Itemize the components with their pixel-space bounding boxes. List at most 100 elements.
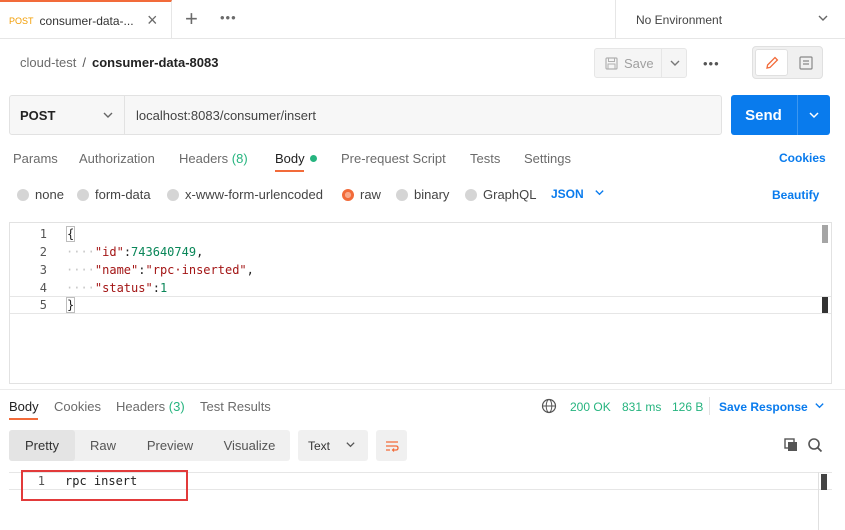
tab-params[interactable]: Params [13, 151, 58, 166]
save-icon [605, 56, 618, 70]
view-preview[interactable]: Preview [131, 430, 209, 461]
editor-scroll-marker [822, 297, 828, 313]
json-colon: : [123, 245, 132, 259]
more-actions-icon[interactable]: ••• [703, 56, 720, 71]
response-time[interactable]: 831 ms [622, 400, 661, 414]
radio-graphql[interactable]: GraphQL [465, 187, 536, 202]
editor-scrollbar[interactable] [822, 225, 828, 243]
wrap-lines-button[interactable] [376, 430, 407, 461]
tab-headers-count: (8) [231, 151, 248, 166]
line-number: 3 [39, 263, 47, 277]
resp-tab-cookies[interactable]: Cookies [54, 399, 101, 414]
body-type-options: none form-data x-www-form-urlencoded raw… [0, 184, 845, 206]
breadcrumb-collection[interactable]: cloud-test [20, 55, 76, 70]
active-tab-indicator [9, 418, 38, 420]
response-size[interactable]: 126 B [672, 400, 703, 414]
response-status[interactable]: 200 OK [570, 400, 611, 414]
radio-binary[interactable]: binary [396, 187, 449, 202]
view-raw[interactable]: Raw [75, 430, 131, 461]
pencil-icon [765, 56, 778, 69]
response-tabs: Body Cookies Headers (3) Test Results 20… [0, 396, 845, 420]
tab-tests[interactable]: Tests [470, 151, 500, 166]
json-number: 1 [159, 281, 168, 295]
tab-settings[interactable]: Settings [524, 151, 571, 166]
breadcrumb-separator: / [82, 55, 86, 70]
tab-body-label: Body [275, 151, 305, 166]
new-tab-icon[interactable]: + [185, 6, 198, 32]
json-colon: : [152, 281, 160, 295]
mode-toggle [752, 46, 823, 79]
line-number: 5 [39, 298, 47, 312]
tab-title: consumer-data-... [39, 13, 134, 28]
editor-line: 4 ····"status":1 [10, 279, 831, 297]
tab-bar: POST consumer-data-... × + ••• No Enviro… [0, 0, 845, 39]
json-comma: , [246, 263, 254, 277]
send-button[interactable]: Send [731, 95, 830, 135]
more-tabs-icon[interactable]: ••• [220, 10, 237, 25]
indent-marker: ···· [66, 245, 95, 259]
close-brace: } [66, 297, 76, 313]
close-icon[interactable]: × [147, 11, 158, 29]
chevron-down-icon [103, 112, 113, 118]
cookies-link[interactable]: Cookies [779, 151, 826, 165]
radio-label: GraphQL [483, 187, 537, 202]
json-number: 743640749 [131, 245, 197, 259]
environment-select[interactable]: No Environment [615, 0, 845, 39]
response-format-select[interactable]: Text [298, 430, 368, 461]
save-button[interactable]: Save [594, 48, 687, 78]
save-response-button[interactable]: Save Response [719, 400, 825, 414]
tab-method: POST [9, 15, 34, 26]
edit-mode-button[interactable] [755, 49, 788, 76]
view-visualize[interactable]: Visualize [209, 430, 290, 461]
copy-icon[interactable] [783, 437, 799, 453]
view-pretty[interactable]: Pretty [9, 430, 75, 461]
radio-raw[interactable]: raw [342, 187, 381, 202]
line-number: 4 [39, 281, 47, 295]
search-icon[interactable] [807, 437, 823, 453]
resp-tab-headers[interactable]: Headers (3) [116, 399, 185, 414]
json-key: "id" [94, 245, 124, 259]
response-scrollbar[interactable] [818, 472, 827, 530]
radio-form-data[interactable]: form-data [77, 187, 151, 202]
body-format-select[interactable]: JSON [551, 187, 605, 201]
tab-headers[interactable]: Headers (8) [179, 151, 248, 166]
request-tab[interactable]: POST consumer-data-... × [0, 0, 172, 39]
radio-label: x-www-form-urlencoded [185, 187, 323, 202]
save-response-label: Save Response [719, 400, 808, 414]
highlight-annotation-box [21, 470, 188, 501]
send-dropdown[interactable] [798, 95, 830, 135]
docs-mode-button[interactable] [791, 49, 821, 76]
radio-none[interactable]: none [17, 187, 64, 202]
tab-body[interactable]: Body [275, 151, 317, 166]
beautify-link[interactable]: Beautify [772, 188, 819, 202]
line-code: } [66, 297, 76, 313]
tab-pre-request-script[interactable]: Pre-request Script [341, 151, 446, 166]
request-body-editor[interactable]: 1 { 2 ····"id":743640749, 3 ····"name":"… [9, 222, 832, 384]
radio-circle [465, 188, 477, 201]
chevron-down-icon [346, 442, 355, 448]
method-select[interactable]: POST [10, 96, 125, 134]
editor-line: 1 { [10, 225, 831, 243]
response-view-switcher: Pretty Raw Preview Visualize [9, 430, 290, 461]
chevron-down-icon [595, 190, 604, 196]
response-divider[interactable] [0, 389, 845, 390]
scrollbar-thumb[interactable] [821, 474, 827, 490]
radio-x-www-form-urlencoded[interactable]: x-www-form-urlencoded [167, 187, 323, 202]
tab-authorization[interactable]: Authorization [79, 151, 155, 166]
request-tabs: Params Authorization Headers (8) Body Pr… [0, 148, 845, 172]
save-dropdown[interactable] [661, 49, 687, 77]
url-input[interactable]: localhost:8083/consumer/insert [136, 108, 316, 123]
resp-tab-test-results[interactable]: Test Results [200, 399, 271, 414]
active-tab-indicator [275, 170, 304, 172]
radio-label: none [35, 187, 64, 202]
radio-circle [396, 188, 408, 201]
json-comma: , [196, 245, 204, 259]
breadcrumb-request[interactable]: consumer-data-8083 [92, 55, 218, 70]
resp-tab-body[interactable]: Body [9, 399, 39, 414]
send-label: Send [745, 106, 782, 124]
radio-circle [77, 188, 89, 201]
resp-tab-headers-count: (3) [168, 399, 185, 414]
globe-icon[interactable] [541, 398, 557, 414]
json-key: "status" [94, 281, 153, 295]
comment-icon [799, 55, 813, 70]
